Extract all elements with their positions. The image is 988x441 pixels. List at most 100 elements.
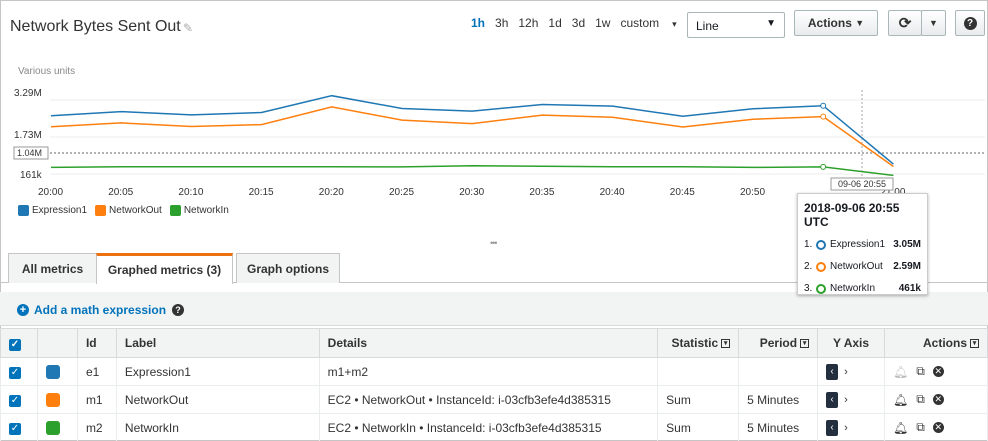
range-1d[interactable]: 1d [548, 16, 561, 30]
line-chart[interactable]: 3.29M 1.73M 1.04M 161k 20:00 20:05 20:10 20… [0, 80, 988, 202]
statistic-column-header[interactable]: Statistic ▾ [657, 328, 740, 358]
range-custom[interactable]: custom ▾ [620, 16, 686, 30]
tooltip-value: 461k [898, 283, 921, 294]
series-color-chip[interactable] [45, 392, 60, 407]
tooltip-series-name: NetworkIn [830, 283, 876, 294]
tab-graphed-metrics[interactable]: Graphed metrics (3) [96, 253, 233, 284]
row-checkbox[interactable]: ✓ [9, 367, 21, 379]
duplicate-icon[interactable]: ⧉ [916, 364, 925, 379]
remove-icon[interactable]: ✕ [932, 422, 944, 433]
y-axis-left-toggle[interactable]: ‹ [826, 363, 839, 380]
dropdown-icon[interactable]: ▾ [800, 339, 810, 349]
legend-label: NetworkIn [183, 205, 229, 216]
remove-icon[interactable]: ✕ [932, 366, 944, 377]
dropdown-icon[interactable]: ▾ [721, 339, 731, 349]
row-period[interactable]: 5 Minutes [738, 413, 819, 441]
range-3h[interactable]: 3h [495, 16, 508, 30]
row-statistic[interactable]: Sum [657, 385, 740, 414]
x-tick-label: 20:40 [600, 187, 625, 198]
x-tick-label: 20:50 [740, 187, 765, 198]
tab-all-metrics[interactable]: All metrics [8, 253, 97, 283]
series-line-expression1[interactable] [50, 94, 894, 165]
legend-label: Expression1 [32, 205, 88, 216]
x-tick-label: 20:20 [319, 187, 344, 198]
tooltip-row: 2. NetworkOut 2.59M [804, 261, 921, 272]
y-axis-left-toggle[interactable]: ‹ [826, 391, 839, 408]
y-axis-right-toggle[interactable]: › [844, 366, 848, 378]
tooltip-row: 1. Expression1 3.05M [804, 239, 921, 250]
y-axis-units-label: Various units [18, 66, 76, 77]
tab-graph-options[interactable]: Graph options [236, 253, 340, 283]
legend-item-networkout[interactable]: NetworkOut [95, 205, 162, 216]
row-period[interactable] [738, 357, 819, 386]
row-label[interactable]: NetworkIn [115, 413, 320, 441]
dropdown-icon[interactable]: ▾ [970, 339, 979, 349]
range-1w[interactable]: 1w [595, 16, 610, 30]
y-axis-left-toggle[interactable]: ‹ [826, 419, 839, 436]
select-all-checkbox[interactable]: ✓ [9, 338, 21, 351]
details-column-header[interactable]: Details [318, 328, 659, 358]
add-math-expression-link[interactable]: + Add a math expression ? [17, 303, 185, 317]
help-button[interactable]: ? [955, 10, 985, 36]
row-checkbox[interactable]: ✓ [9, 423, 21, 435]
row-id[interactable]: m2 [76, 413, 117, 441]
remove-icon[interactable]: ✕ [932, 394, 944, 405]
legend-item-networkin[interactable]: NetworkIn [169, 205, 229, 216]
graph-title[interactable]: Network Bytes Sent Out [10, 18, 181, 36]
row-label[interactable]: NetworkOut [115, 385, 320, 414]
series-color-chip[interactable] [45, 364, 60, 379]
y-tick-label: 1.04M [17, 148, 42, 158]
refresh-icon: ⟳ [898, 15, 912, 32]
label-column-header[interactable]: Label [115, 328, 320, 358]
edit-pencil-icon[interactable]: ✎ [183, 21, 193, 35]
row-period[interactable]: 5 Minutes [738, 385, 819, 414]
question-icon[interactable]: ? [172, 304, 185, 316]
range-1h[interactable]: 1h [471, 16, 485, 30]
duplicate-icon[interactable]: ⧉ [916, 420, 925, 435]
row-statistic[interactable]: Sum [657, 413, 740, 441]
x-tick-label: 20:45 [670, 187, 695, 198]
color-swatch [95, 205, 107, 216]
y-axis-right-toggle[interactable]: › [844, 422, 848, 434]
row-id[interactable]: e1 [76, 357, 117, 386]
row-checkbox[interactable]: ✓ [9, 395, 21, 407]
series-ring-icon [816, 261, 826, 272]
series-ring-icon [816, 239, 826, 250]
row-statistic[interactable] [657, 357, 740, 386]
actions-column-header[interactable]: Actions ▾ [884, 328, 988, 358]
tooltip-value: 3.05M [893, 239, 921, 250]
caret-down-icon: ▼ [766, 18, 776, 29]
time-range-selector: 1h 3h 12h 1d 3d 1w custom ▾ [471, 16, 697, 30]
tooltip-index: 3. [804, 283, 813, 294]
series-color-chip[interactable] [45, 420, 60, 435]
hover-point [820, 163, 827, 170]
refresh-interval-dropdown[interactable]: ▼ [921, 10, 946, 36]
actions-button-label: Actions [807, 16, 852, 30]
caret-down-icon: ▼ [855, 18, 865, 28]
row-details[interactable]: EC2 • NetworkOut • InstanceId: i-03cfb3e… [318, 385, 659, 414]
bell-icon[interactable]: 🔔︎ [893, 393, 908, 407]
range-12h[interactable]: 12h [518, 16, 538, 30]
row-details[interactable]: m1+m2 [318, 357, 659, 386]
duplicate-icon[interactable]: ⧉ [916, 392, 925, 407]
chart-type-select[interactable]: Line ▼ [687, 12, 785, 38]
period-column-header[interactable]: Period ▾ [738, 328, 819, 358]
row-details[interactable]: EC2 • NetworkIn • InstanceId: i-03cfb3ef… [318, 413, 659, 441]
select-all-cell[interactable]: ✓ [0, 328, 38, 358]
y-tick-label: 1.73M [14, 130, 42, 141]
bell-icon[interactable]: 🔔︎ [893, 421, 908, 435]
id-column-header[interactable]: Id [76, 328, 117, 358]
x-tick-label: 20:05 [108, 187, 133, 198]
resize-handle[interactable]: ••• [490, 238, 498, 248]
table-row: ✓ m2 NetworkIn EC2 • NetworkIn • Instanc… [0, 413, 988, 441]
range-3d[interactable]: 3d [572, 16, 585, 30]
actions-button[interactable]: Actions ▼ [794, 10, 878, 36]
refresh-button[interactable]: ⟳ [888, 10, 922, 36]
chart-tooltip: 2018-09-06 20:55 UTC 1. Expression1 3.05… [797, 193, 928, 295]
legend-item-expression1[interactable]: Expression1 [18, 205, 87, 216]
row-label[interactable]: Expression1 [115, 357, 320, 386]
y-axis-right-toggle[interactable]: › [844, 394, 848, 406]
table-row: ✓ e1 Expression1 m1+m2 ‹ › 🔔︎ ⧉ ✕ [0, 357, 988, 386]
row-id[interactable]: m1 [76, 385, 117, 414]
color-swatch [169, 205, 181, 216]
